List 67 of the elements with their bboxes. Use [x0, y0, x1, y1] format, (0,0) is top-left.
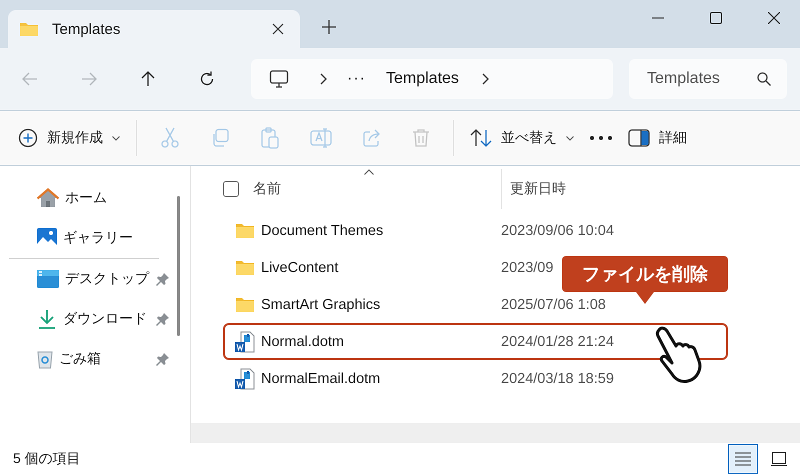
image-icon [37, 228, 57, 248]
sidebar-item[interactable]: ギャラリー [10, 218, 177, 258]
pointing-hand-icon [653, 326, 703, 384]
share-icon [362, 128, 382, 148]
sort-icon [470, 128, 492, 148]
scissors-icon [160, 127, 180, 149]
word-document-icon [235, 368, 255, 390]
word-document-icon [235, 330, 255, 352]
trash-icon [412, 128, 430, 148]
plus-circle-icon [18, 128, 38, 148]
select-all-checkbox[interactable] [223, 181, 239, 197]
column-header[interactable]: 名前 [253, 180, 501, 198]
folder-icon [19, 21, 39, 37]
file-name[interactable]: Document Themes [261, 222, 501, 238]
details-button[interactable]: 詳細 [620, 119, 695, 157]
tab-title: Templates [52, 20, 122, 38]
folder-icon [235, 222, 255, 238]
window-icon [771, 452, 787, 466]
breadcrumb-overflow[interactable]: ··· [347, 70, 366, 88]
search-field[interactable]: Templates [629, 59, 787, 99]
file-name[interactable]: LiveContent [261, 260, 501, 276]
folder-icon [235, 296, 255, 312]
address-bar[interactable]: ··· Templates [251, 59, 613, 99]
details-pane-icon [628, 129, 650, 147]
up-arrow-icon[interactable] [139, 70, 157, 88]
recycle-bin-icon [37, 349, 53, 369]
column-header[interactable]: 更新日時 [501, 169, 566, 209]
date-cell: 2024/01/28 21:24 [501, 334, 614, 350]
rename-icon [310, 127, 332, 149]
file-name[interactable]: SmartArt Graphics [261, 296, 501, 312]
computer-icon [269, 70, 289, 88]
sidebar-item[interactable]: デスクトップ [10, 259, 177, 299]
date-cell: 2023/09/06 10:04 [501, 222, 614, 238]
list-icon [735, 452, 751, 466]
more-icon [590, 136, 612, 140]
new-button[interactable]: 新規作成 [10, 119, 128, 157]
file-name[interactable]: Normal.dotm [261, 334, 501, 350]
folder-icon [235, 260, 255, 276]
tab[interactable]: Templates [8, 10, 300, 48]
close-icon[interactable] [768, 12, 780, 24]
sidebar-item[interactable]: ダウンロード [10, 299, 177, 339]
date-cell: 2023/09 [501, 260, 554, 276]
chevron-down-icon [112, 136, 120, 140]
sidebar-item[interactable]: ごみ箱 [10, 339, 177, 379]
file-name[interactable]: NormalEmail.dotm [261, 370, 501, 386]
sidebar-item[interactable]: ホーム [10, 178, 177, 218]
house-icon [37, 188, 59, 208]
chevron-down-icon [566, 136, 574, 140]
date-cell: 2025/07/06 1:08 [501, 296, 606, 312]
scrollbar[interactable] [177, 196, 180, 336]
details-view-button[interactable] [728, 444, 758, 474]
search-icon [757, 72, 771, 86]
chevron-icon[interactable] [480, 73, 489, 85]
chevron-icon[interactable] [319, 73, 327, 85]
new-tab-icon[interactable] [322, 20, 336, 34]
desktop-icon [37, 270, 59, 288]
maximize-icon[interactable] [710, 12, 722, 24]
clipboard-icon [260, 127, 280, 149]
item-count: 5 個の項目 [13, 450, 82, 468]
sort-caret-icon [364, 169, 374, 175]
close-icon[interactable] [272, 23, 284, 35]
breadcrumb-item[interactable]: Templates [386, 70, 459, 88]
refresh-icon[interactable] [198, 70, 216, 88]
date-cell: 2024/03/18 18:59 [501, 370, 614, 386]
download-icon [37, 309, 57, 329]
sort-button[interactable]: 並べ替え [462, 119, 582, 157]
callout-pointer [636, 292, 654, 304]
